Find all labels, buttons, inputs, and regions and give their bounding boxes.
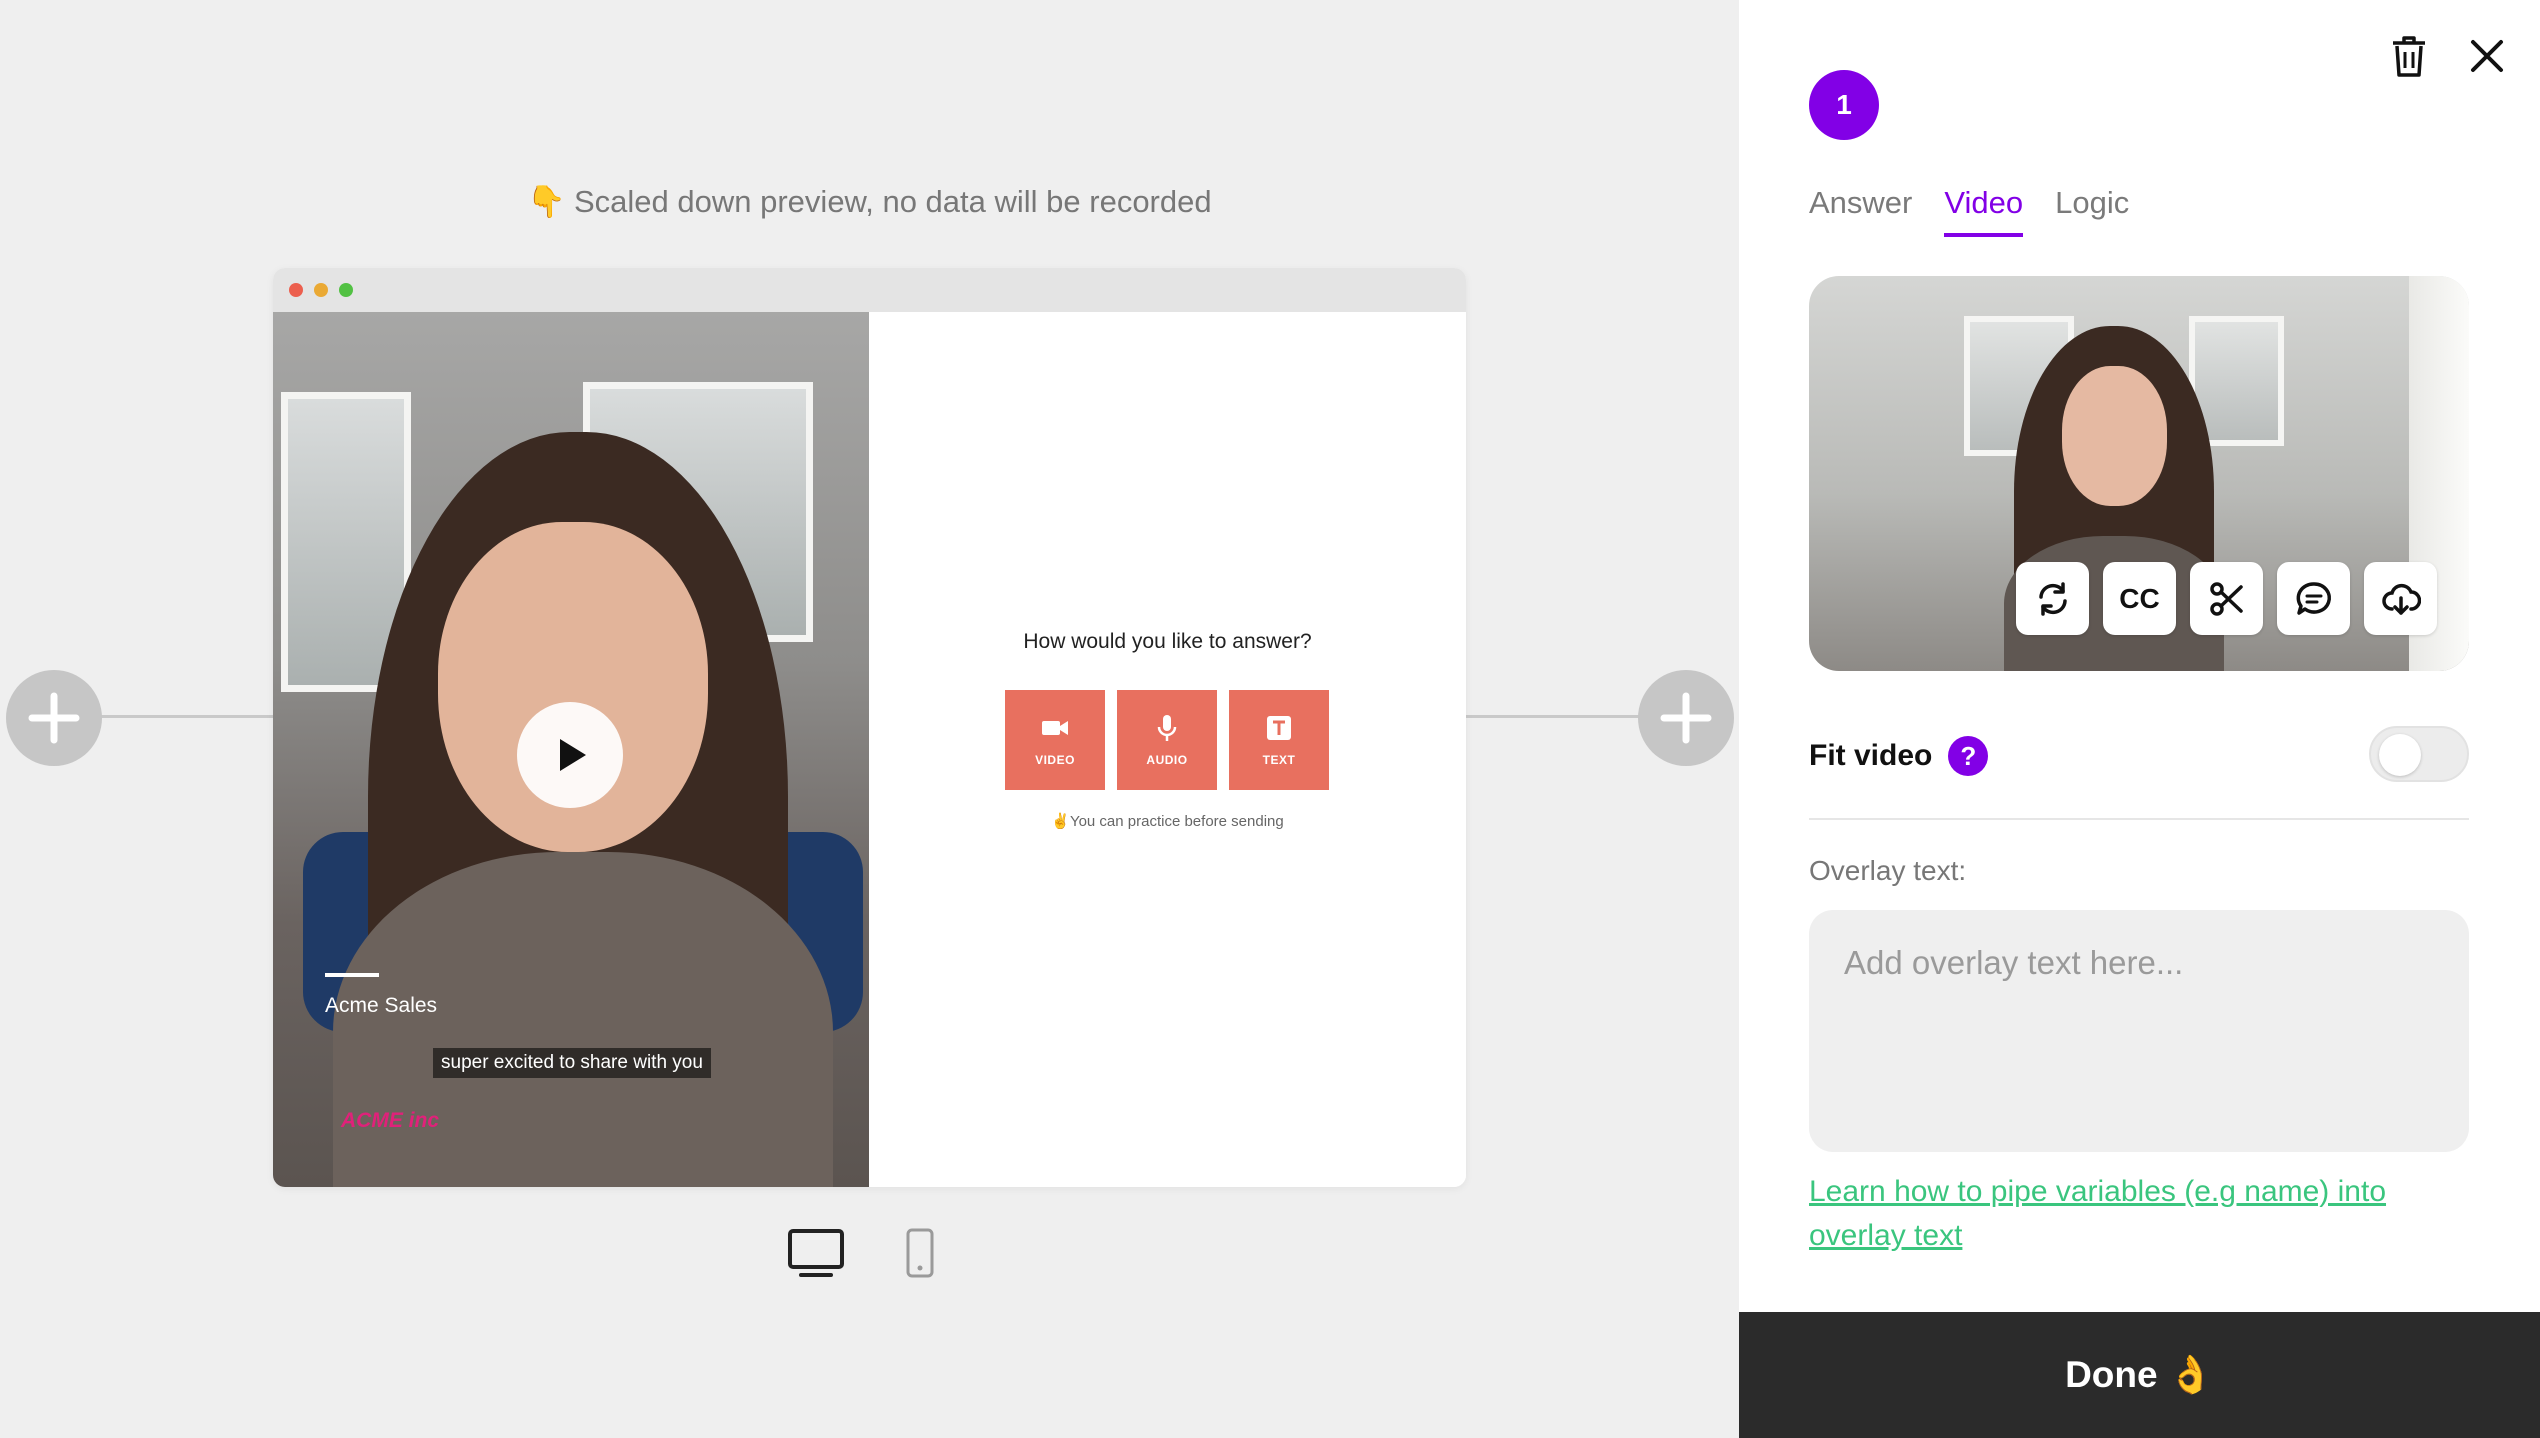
- answer-video-label: VIDEO: [1035, 753, 1075, 767]
- video-thumbnail: CC: [1809, 276, 2469, 671]
- trim-video-button[interactable]: [2190, 562, 2263, 635]
- preview-note-text: Scaled down preview, no data will be rec…: [574, 184, 1212, 219]
- trash-icon[interactable]: [2389, 34, 2429, 78]
- answer-text-label: TEXT: [1262, 753, 1296, 767]
- video-camera-icon: [1042, 721, 1068, 735]
- step-number-badge: 1: [1809, 70, 1879, 140]
- window-close-dot: [289, 283, 303, 297]
- answer-pane: How would you like to answer? VIDEO AUDI…: [869, 312, 1466, 1187]
- pointing-down-icon: 👇: [527, 184, 566, 219]
- replace-video-button[interactable]: [2016, 562, 2089, 635]
- overlay-text-label: Overlay text:: [1809, 855, 1967, 886]
- fit-video-row: Fit video ?: [1809, 726, 2469, 786]
- overlay-text-input[interactable]: [1809, 910, 2469, 1152]
- panel-tabs: Answer Video Logic: [1809, 185, 2129, 237]
- person-face: [2062, 366, 2167, 506]
- answer-options: VIDEO AUDIO TEXT: [1005, 690, 1329, 790]
- cloud-download-icon: [2381, 583, 2421, 615]
- answer-audio-button[interactable]: AUDIO: [1117, 690, 1217, 790]
- add-step-button-right[interactable]: [1638, 670, 1734, 766]
- divider: [1809, 818, 2469, 820]
- captions-button[interactable]: CC: [2103, 562, 2176, 635]
- done-button[interactable]: Done 👌: [1739, 1312, 2540, 1438]
- connector-line-right: [1466, 715, 1642, 718]
- play-button[interactable]: [517, 702, 623, 808]
- answer-audio-label: AUDIO: [1146, 753, 1188, 767]
- video-tools: CC: [2016, 562, 2437, 635]
- video-name-label: Acme Sales: [325, 994, 438, 1017]
- device-toggle: [787, 1228, 935, 1278]
- tab-logic[interactable]: Logic: [2055, 185, 2129, 237]
- label-underline: [325, 973, 379, 977]
- learn-pipe-variables-link[interactable]: Learn how to pipe variables (e.g name) i…: [1809, 1170, 2449, 1258]
- browser-preview-frame: Acme Sales super excited to share with y…: [273, 268, 1466, 1187]
- text-icon: [1267, 716, 1291, 740]
- video-pane: Acme Sales super excited to share with y…: [273, 312, 869, 1187]
- preview-note: 👇 Scaled down preview, no data will be re…: [0, 183, 1739, 220]
- scissors-icon: [2209, 581, 2243, 616]
- desktop-icon[interactable]: [787, 1228, 845, 1278]
- connector-line-left: [100, 715, 275, 718]
- video-caption: super excited to share with you: [433, 1048, 711, 1078]
- add-step-button-left[interactable]: [6, 670, 102, 766]
- fit-video-toggle[interactable]: [2369, 726, 2469, 782]
- fit-video-label: Fit video: [1809, 739, 1933, 772]
- toggle-knob: [2379, 734, 2421, 776]
- tab-video[interactable]: Video: [1944, 185, 2024, 237]
- step-editor-panel: 1 Answer Video Logic CC Fit video ? Over…: [1739, 0, 2540, 1438]
- answer-text-button[interactable]: TEXT: [1229, 690, 1329, 790]
- comment-button[interactable]: [2277, 562, 2350, 635]
- plus-icon: [1660, 692, 1712, 744]
- brand-logo: ACME inc: [341, 1109, 440, 1132]
- comment-icon: [2296, 581, 2331, 615]
- plus-icon: [28, 692, 80, 744]
- replace-video-icon: [2038, 581, 2067, 616]
- answer-question: How would you like to answer?: [1023, 630, 1312, 653]
- tab-answer[interactable]: Answer: [1809, 185, 1912, 237]
- person-body: [333, 852, 833, 1187]
- download-video-button[interactable]: [2364, 562, 2437, 635]
- help-icon[interactable]: ?: [1948, 736, 1989, 776]
- microphone-icon: [1157, 715, 1177, 741]
- preview-area: 👇 Scaled down preview, no data will be re…: [0, 0, 1739, 1438]
- practice-note: ✌️You can practice before sending: [1051, 813, 1284, 830]
- close-icon[interactable]: [2467, 36, 2507, 76]
- answer-video-button[interactable]: VIDEO: [1005, 690, 1105, 790]
- play-icon: [560, 739, 586, 771]
- window-minimize-dot: [314, 283, 328, 297]
- browser-title-bar: [273, 268, 1466, 312]
- mobile-icon[interactable]: [905, 1228, 935, 1278]
- window-maximize-dot: [339, 283, 353, 297]
